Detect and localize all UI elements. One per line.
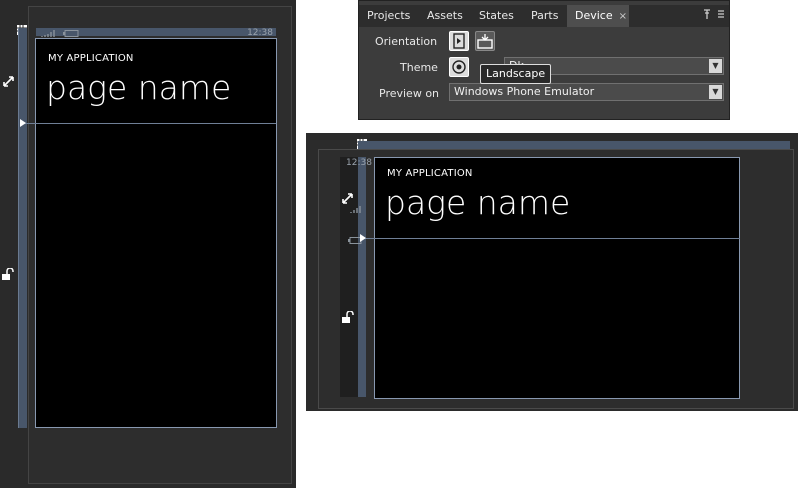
horizontal-guide-line[interactable] <box>20 123 276 124</box>
guide-handle-arrow[interactable] <box>20 119 26 127</box>
guide-handle-arrow[interactable] <box>360 234 366 242</box>
horizontal-guide-line[interactable] <box>362 238 740 239</box>
tab-states[interactable]: States <box>471 5 519 27</box>
unlock-icon[interactable] <box>342 310 354 325</box>
orientation-label: Orientation <box>375 35 438 48</box>
unlock-icon[interactable] <box>2 267 14 282</box>
landscape-tooltip: Landscape <box>480 64 552 84</box>
theme-button[interactable] <box>449 57 469 77</box>
app-title: MY APPLICATION <box>387 168 473 179</box>
chevron-down-icon[interactable]: ▼ <box>709 85 722 99</box>
portrait-orientation-icon <box>453 33 465 49</box>
battery-icon <box>63 30 79 37</box>
tab-parts[interactable]: Parts <box>523 5 565 27</box>
landscape-orientation-icon <box>477 34 493 49</box>
preview-select[interactable]: Windows Phone Emulator ▼ <box>449 83 724 101</box>
tab-assets[interactable]: Assets <box>419 5 467 27</box>
tab-device-label: Device <box>575 9 613 22</box>
resize-icon[interactable] <box>342 193 353 206</box>
tab-device[interactable]: Device × <box>567 5 629 27</box>
signal-icon <box>41 30 55 37</box>
portrait-orientation-button[interactable] <box>449 31 469 51</box>
close-icon[interactable]: × <box>619 11 627 22</box>
status-time: 12:38 <box>346 158 372 168</box>
preview-label: Preview on <box>379 87 440 100</box>
status-time: 12:38 <box>247 28 273 38</box>
tab-projects[interactable]: Projects <box>359 5 415 27</box>
vertical-rail[interactable] <box>358 157 366 397</box>
vertical-rail[interactable] <box>18 28 27 428</box>
device-panel: Projects Assets States Parts Device × Ori… <box>358 0 730 120</box>
theme-label: Theme <box>400 61 438 74</box>
theme-icon <box>452 60 466 74</box>
preview-select-value: Windows Phone Emulator <box>454 85 595 98</box>
chevron-down-icon[interactable]: ▼ <box>709 59 722 73</box>
portrait-designer: 12:38 MY APPLICATION page name <box>0 0 296 488</box>
signal-icon <box>350 206 361 213</box>
resize-icon[interactable] <box>3 76 14 89</box>
app-title: MY APPLICATION <box>48 53 134 64</box>
menu-icon[interactable] <box>717 9 725 22</box>
page-name: page name <box>385 183 571 222</box>
status-bar: 12:38 <box>35 28 275 38</box>
panel-tabs: Projects Assets States Parts Device × <box>359 5 729 27</box>
horizontal-rail[interactable] <box>358 141 790 149</box>
landscape-designer: 12:38 MY APPLICATION page name <box>306 133 798 411</box>
landscape-orientation-button[interactable] <box>475 31 495 51</box>
page-name: page name <box>46 68 232 107</box>
pin-icon[interactable] <box>703 9 711 22</box>
